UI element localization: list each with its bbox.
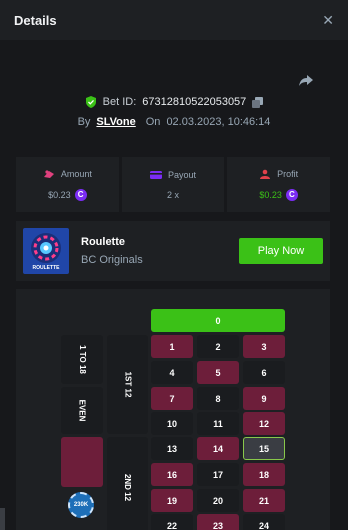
number-cell-16[interactable]: 16 [151,463,193,486]
number-cell-22[interactable]: 22 [151,514,193,530]
copy-icon[interactable] [252,96,264,108]
number-cell-2[interactable]: 2 [197,335,239,358]
roulette-thumbnail: ROULETTE [23,228,69,274]
number-cell-23[interactable]: 23 [197,514,239,530]
number-cell-13[interactable]: 13 [151,437,193,460]
bet-1st-12[interactable]: 1ST 12 [107,335,148,434]
share-icon[interactable] [298,72,314,88]
amount-stat: Amount $0.23 C [16,157,119,212]
close-icon[interactable]: ✕ [322,12,334,29]
number-cell-11[interactable]: 11 [197,412,239,435]
by-label: By [77,116,91,128]
number-cell-24[interactable]: 24 [243,514,285,530]
number-cell-19[interactable]: 19 [151,489,193,512]
scrollbar-handle[interactable] [0,508,5,530]
amount-label: Amount [60,168,92,179]
amount-value: $0.23 [48,189,71,200]
number-cell-21[interactable]: 21 [243,489,285,512]
number-cell-10[interactable]: 10 [151,412,193,435]
bet-even-label: EVEN [77,399,87,422]
bet-even[interactable]: EVEN [61,387,103,434]
bet-stats: Amount $0.23 C Payout 2 x Profit $0.23 C [16,157,331,212]
number-cell-15[interactable]: 15 [243,437,285,460]
bet-1-to-18[interactable]: 1 TO 18 [61,335,103,384]
details-header: Details ✕ [0,0,348,40]
profit-stat: Profit $0.23 C [227,157,331,212]
number-cell-3[interactable]: 3 [243,335,285,358]
profit-label: Profit [277,168,299,179]
game-provider: BC Originals [81,254,143,266]
shield-check-icon [85,96,96,108]
amount-icon [43,169,54,178]
number-cell-0[interactable]: 0 [151,309,285,332]
bet-meta-row: By SLVone On 02.03.2023, 10:46:14 [0,116,348,128]
bet-datetime: 02.03.2023, 10:46:14 [166,116,271,128]
number-cell-8[interactable]: 8 [197,387,239,410]
number-cell-5[interactable]: 5 [197,361,239,384]
bet-2nd-12[interactable]: 2ND 12 [107,437,148,530]
bet-red[interactable] [61,437,103,487]
number-cell-4[interactable]: 4 [151,361,193,384]
number-cell-7[interactable]: 7 [151,387,193,410]
coin-icon: C [74,188,87,201]
payout-icon [149,170,162,179]
bet-2nd-12-label: 2ND 12 [123,473,132,501]
play-now-button[interactable]: Play Now [239,238,323,264]
bet-id-value: 67312810522053057 [142,96,247,108]
number-cell-14[interactable]: 14 [197,437,239,460]
payout-label: Payout [167,169,197,180]
username-link[interactable]: SLVone [96,116,135,128]
profit-value: $0.23 [259,189,282,200]
thumbnail-label: ROULETTE [32,265,60,271]
bet-1st-12-label: 1ST 12 [122,371,132,398]
game-name: Roulette [81,236,125,248]
number-cell-20[interactable]: 20 [197,489,239,512]
payout-value: 2 x [167,189,180,200]
on-label: On [145,116,161,128]
bet-id-row: Bet ID: 67312810522053057 [0,96,348,108]
profit-icon [260,169,271,179]
number-cell-9[interactable]: 9 [243,387,285,410]
number-cell-17[interactable]: 17 [197,463,239,486]
number-cell-12[interactable]: 12 [243,412,285,435]
bet-1-to-18-label: 1 TO 18 [77,345,87,374]
bet-id-label: Bet ID: [102,96,137,108]
bet-chip: 230K [68,492,94,518]
page-title: Details [14,12,57,28]
payout-stat: Payout 2 x [121,157,225,212]
game-card: ROULETTE Roulette BC Originals Play Now [16,221,330,281]
number-cell-18[interactable]: 18 [243,463,285,486]
number-cell-6[interactable]: 6 [243,361,285,384]
coin-icon: C [285,188,298,201]
number-cell-1[interactable]: 1 [151,335,193,358]
